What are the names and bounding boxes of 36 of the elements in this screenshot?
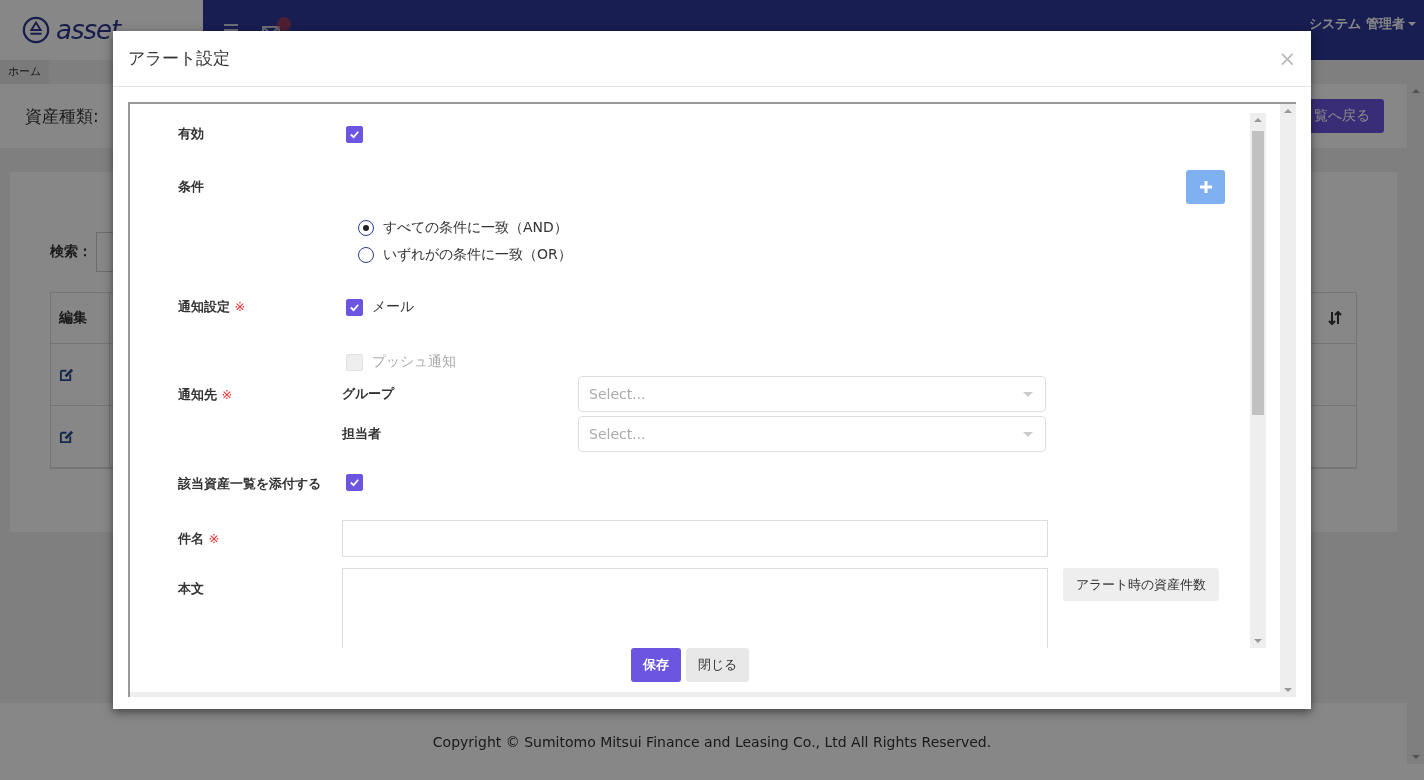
subject-input[interactable] [342, 520, 1048, 557]
plus-icon [1199, 181, 1212, 193]
save-button[interactable]: 保存 [631, 648, 681, 682]
sort-icon[interactable] [1328, 311, 1342, 325]
field-label: 通知先 ※ [178, 386, 234, 404]
field-label: 該当資産一覧を添付する [178, 475, 322, 493]
field-label: 条件 [178, 178, 205, 196]
check-icon [349, 477, 360, 488]
search-label: 検索： [50, 243, 92, 261]
copyright-text: Copyright © Sumitomo Mitsui Finance and Leasing Co., Ltd All Rights Reserved. [432, 733, 992, 750]
edit-icon[interactable] [59, 429, 74, 444]
check-icon [349, 301, 360, 313]
insert-button[interactable]: アラート時の資産件数 [1063, 568, 1219, 601]
add-button[interactable] [1186, 170, 1225, 204]
checkbox[interactable] [346, 125, 363, 143]
field-label: 件名 ※ [178, 529, 221, 548]
field-label: 本文 [178, 580, 205, 598]
dialog-title: アラート設定 [128, 47, 230, 70]
field-label: 有効 [178, 125, 205, 143]
field-label: 担当者 [342, 425, 382, 443]
checkbox-label[interactable]: メール [372, 298, 414, 316]
page-title: 資産種類: [25, 104, 99, 128]
scrollbar[interactable] [1280, 104, 1296, 697]
checkbox[interactable] [346, 474, 363, 491]
close-dialog-button[interactable]: 閉じる [686, 648, 749, 682]
user-menu[interactable]: システム 管理者 [1309, 15, 1416, 33]
radio-label[interactable]: すべての条件に一致（AND） [383, 218, 568, 237]
field-label: グループ [342, 385, 396, 403]
edit-icon[interactable] [59, 367, 74, 382]
checkbox[interactable] [346, 298, 363, 316]
radio-label[interactable]: いずれがの条件に一致（OR） [383, 245, 572, 264]
breadcrumb-item[interactable]: ホーム [0, 60, 49, 84]
field-label: 通知設定 ※ [178, 298, 247, 316]
column-header[interactable]: 編集 [51, 293, 110, 343]
check-icon [349, 128, 360, 140]
scrollbar[interactable] [1250, 113, 1266, 648]
